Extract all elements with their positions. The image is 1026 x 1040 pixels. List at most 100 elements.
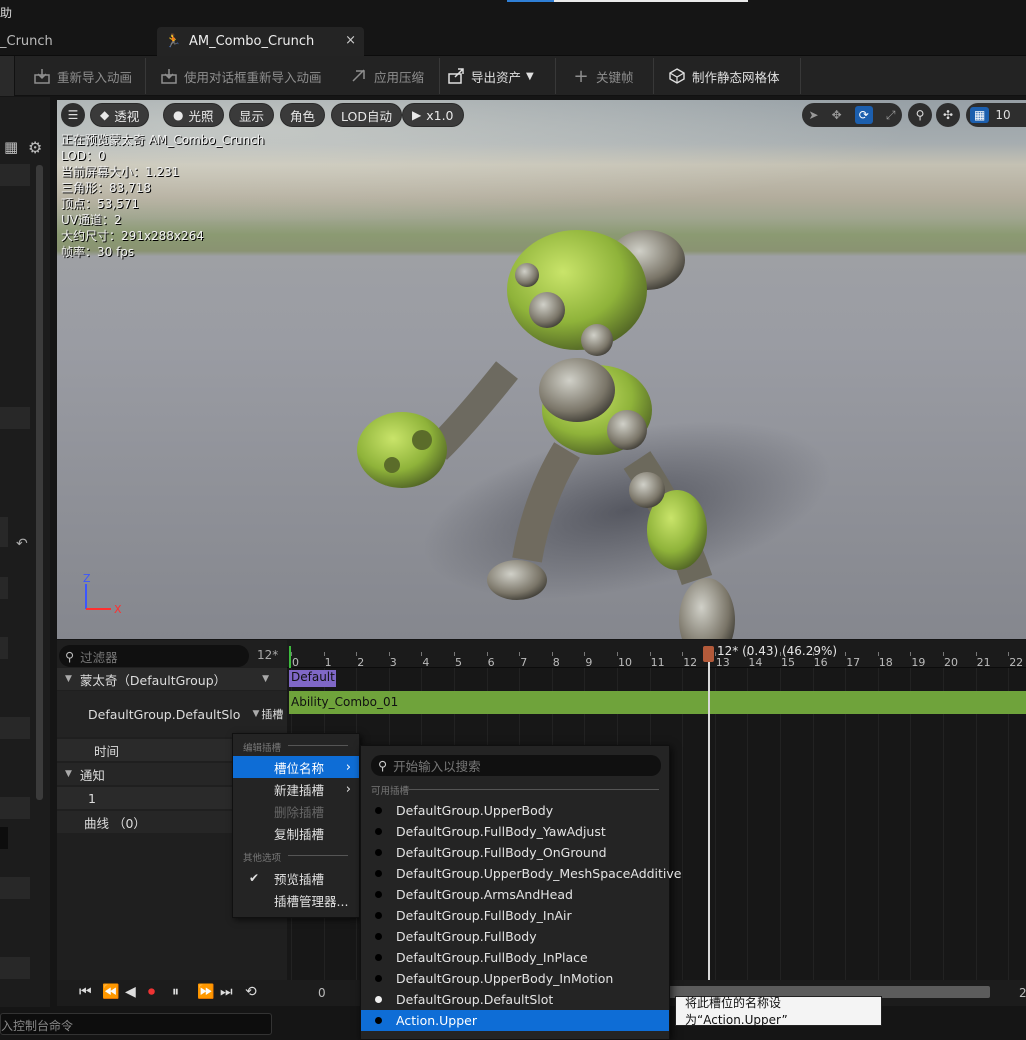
keyframe-label: 关键帧 <box>596 69 634 85</box>
slot-option[interactable]: DefaultGroup.UpperBody <box>361 800 669 821</box>
rotate-icon[interactable]: ⟳ <box>854 106 873 124</box>
loop-icon[interactable]: ⟲ <box>245 984 257 1000</box>
progress-accent <box>507 0 554 2</box>
reimport-button[interactable]: 重新导入动画 <box>33 56 132 96</box>
grid-line <box>877 668 879 980</box>
slot-option-label: DefaultGroup.UpperBody_InMotion <box>396 971 614 986</box>
menu-item-delete-slot[interactable]: 删除插槽 <box>233 800 359 822</box>
step-forward-icon[interactable]: ⏩ <box>197 984 214 1000</box>
menu-item-preview-slot[interactable]: ✔ 预览插槽 <box>233 867 359 889</box>
perspective-button[interactable]: ◆ 透视 <box>90 103 150 127</box>
menu-item-slot-name[interactable]: 槽位名称 › <box>233 756 359 778</box>
slot-name-label: DefaultGroup.DefaultSlo <box>88 706 241 722</box>
grid-snap-toggle[interactable]: ▦ 10 <box>966 103 1026 127</box>
preview-viewport[interactable]: ☰ ◆ 透视 ● 光照 显示 角色 LOD自动 ▶ x1.0 ➤ ✥ ⟳ ⤢ ⚲ ✣ … <box>57 100 1026 639</box>
montage-group-row[interactable]: ▼ 蒙太奇（DefaultGroup） ▼ <box>57 668 287 690</box>
slot-option[interactable]: DefaultGroup.FullBody_InAir <box>361 905 669 926</box>
close-icon[interactable]: × <box>345 33 356 48</box>
panel-field[interactable] <box>0 827 8 849</box>
notifies-label: 通知 <box>79 767 105 783</box>
panel-field[interactable] <box>0 577 8 599</box>
character-button[interactable]: 角色 <box>280 103 326 127</box>
panel-field[interactable] <box>0 637 8 659</box>
curves-label: 曲线 （0） <box>84 815 146 831</box>
show-label: 显示 <box>239 108 265 124</box>
chevron-down-icon[interactable]: ▼ <box>252 709 259 719</box>
record-icon[interactable]: ⏺ <box>148 984 155 1000</box>
transform-tools: ➤ ✥ ⟳ ⤢ <box>802 103 902 127</box>
reimport-dialog-button[interactable]: 使用对话框重新导入动画 <box>160 56 322 96</box>
gear-icon[interactable]: ⚙ <box>28 138 42 157</box>
vertical-scrollbar[interactable] <box>36 165 43 800</box>
chevron-right-icon: › <box>345 759 351 775</box>
tab-crunch[interactable]: _Crunch <box>0 27 155 56</box>
slot-name-submenu: ⚲ 开始输入以搜索 可用插槽 DefaultGroup.UpperBody Def… <box>360 745 682 1040</box>
menu-item-duplicate-slot[interactable]: 复制插槽 <box>233 822 359 844</box>
search-icon: ⚲ <box>378 758 388 773</box>
filter-input[interactable]: ⚲ 过滤器 <box>59 645 249 667</box>
slot-search-input[interactable]: ⚲ 开始输入以搜索 <box>371 755 661 776</box>
play-reverse-icon[interactable]: ◀ <box>125 984 136 1000</box>
world-local-icon[interactable]: ⚲ <box>908 103 932 127</box>
step-back-icon[interactable]: ⏪ <box>102 984 119 1000</box>
bullet-icon <box>375 912 382 919</box>
playback-speed-button[interactable]: ▶ x1.0 <box>402 103 464 127</box>
menu-item-slot-manager[interactable]: 插槽管理器... <box>233 889 359 911</box>
slot-option[interactable]: DefaultGroup.FullBody_InPlace <box>361 947 669 968</box>
playhead-handle[interactable] <box>703 646 714 662</box>
montage-icon: 🏃 <box>165 33 182 49</box>
slot-option[interactable]: DefaultGroup.ArmsAndHead <box>361 884 669 905</box>
console-input[interactable]: 入控制台命令 <box>0 1013 272 1035</box>
bullet-icon <box>375 828 382 835</box>
make-static-mesh-button[interactable]: 制作静态网格体 <box>668 56 780 96</box>
apply-compression-button[interactable]: 应用压缩 <box>350 56 424 96</box>
collapse-arrow-icon[interactable]: ▼ <box>65 769 72 779</box>
slot-option[interactable]: DefaultGroup.DefaultSlot <box>361 989 669 1010</box>
select-icon[interactable]: ➤ <box>809 108 819 122</box>
bullet-icon <box>375 975 382 982</box>
slot-option-label: DefaultGroup.UpperBody <box>396 803 554 818</box>
lod-button[interactable]: LOD自动 <box>331 103 402 127</box>
viewport-menu-button[interactable]: ☰ <box>61 103 85 127</box>
panel-row <box>0 717 30 739</box>
slot-option[interactable]: DefaultGroup.FullBody_OnGround <box>361 842 669 863</box>
skip-to-start-icon[interactable]: ⏮ <box>79 984 92 1000</box>
slot-row[interactable]: DefaultGroup.DefaultSlo ▼ 插槽 <box>57 691 287 737</box>
perspective-label: 透视 <box>114 108 140 124</box>
section-default[interactable]: Default <box>289 670 336 687</box>
slot-option[interactable]: DefaultGroup.UpperBody_MeshSpaceAdditive <box>361 863 682 884</box>
collapse-arrow-icon[interactable]: ▼ <box>65 674 72 684</box>
montage-segment[interactable]: Ability_Combo_01 <box>289 691 1026 714</box>
slot-option[interactable]: DefaultGroup.UpperBody_InMotion <box>361 968 669 989</box>
tab-am-combo-crunch[interactable]: 🏃 AM_Combo_Crunch × <box>157 27 364 56</box>
show-button[interactable]: 显示 <box>229 103 275 127</box>
reset-icon[interactable]: ↶ <box>16 536 28 552</box>
pause-icon[interactable]: ⏸ <box>172 984 179 1000</box>
lighting-button[interactable]: ● 光照 <box>163 103 224 127</box>
move-icon[interactable]: ✥ <box>832 108 842 122</box>
surface-snap-icon[interactable]: ✣ <box>936 103 960 127</box>
search-placeholder: 开始输入以搜索 <box>393 759 481 774</box>
menu-item-label: 复制插槽 <box>274 826 325 842</box>
slot-dropdown-button[interactable]: 插槽 <box>261 706 283 722</box>
panel-field[interactable] <box>0 517 8 547</box>
keyframe-button[interactable]: + 关键帧 <box>572 56 634 96</box>
menu-section-header: 其他选项 <box>243 853 282 864</box>
skip-to-end-icon[interactable]: ⏭ <box>220 984 233 1000</box>
menu-item-new-slot[interactable]: 新建插槽 › <box>233 778 359 800</box>
slot-option[interactable]: Action.Upper <box>361 1010 669 1031</box>
menu-help[interactable]: 助 <box>0 4 12 21</box>
axis-gizmo: Z X <box>83 572 122 616</box>
cube-icon: ◆ <box>100 108 110 122</box>
slot-option[interactable]: DefaultGroup.FullBody <box>361 926 669 947</box>
viewport-stats: 正在预览蒙太奇 AM_Combo_Crunch LOD：0 当前屏幕大小：1.2… <box>61 132 264 260</box>
speed-label: x1.0 <box>426 107 454 123</box>
menu-divider <box>409 789 659 790</box>
chevron-down-icon[interactable]: ▼ <box>262 674 269 684</box>
slot-option[interactable]: DefaultGroup.FullBody_YawAdjust <box>361 821 669 842</box>
panel-row <box>0 164 30 186</box>
scale-icon[interactable]: ⤢ <box>886 108 896 123</box>
slot-option-label: DefaultGroup.FullBody <box>396 929 537 944</box>
table-view-icon[interactable]: ▦ <box>4 138 18 156</box>
export-asset-button[interactable]: 导出资产 ▼ <box>447 56 534 96</box>
